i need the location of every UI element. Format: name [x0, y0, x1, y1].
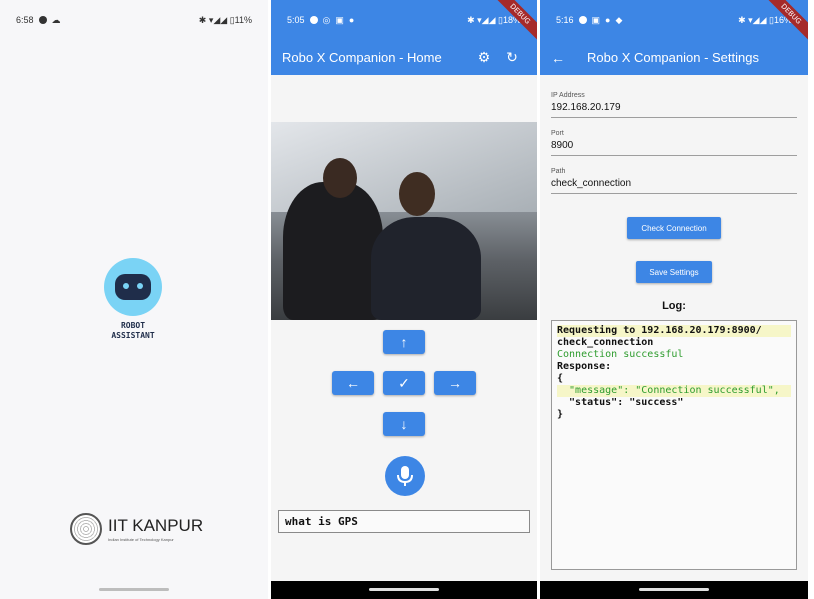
path-field[interactable]: Path check_connection: [551, 168, 797, 194]
settings-icon[interactable]: ⚙: [470, 49, 498, 66]
move-up-button[interactable]: ↑: [383, 330, 425, 354]
message-icon: ▣: [591, 14, 601, 25]
robot-assistant-label: ROBOT ASSISTANT: [90, 321, 176, 341]
mic-button[interactable]: [385, 456, 425, 496]
discord-icon: ◆: [615, 14, 623, 25]
message-icon: ▣: [335, 14, 344, 25]
page-title: Robo X Companion - Settings: [587, 50, 759, 65]
field-value[interactable]: 192.168.20.179: [551, 102, 797, 113]
status-indicators: ✱ ▾◢◢ ▯11%: [198, 14, 252, 25]
status-time: 6:58: [16, 15, 34, 25]
gesture-nav: [0, 581, 268, 599]
chat-icon: ●: [605, 15, 611, 25]
settings-screen: 5:16 ▣ ● ◆ ✱ ▾◢◢ ▯16% ← Robo X Companion…: [540, 0, 808, 599]
iit-seal-icon: [70, 513, 102, 545]
field-value[interactable]: 8900: [551, 140, 797, 151]
back-arrow-icon[interactable]: ←: [551, 50, 579, 66]
field-value[interactable]: check_connection: [551, 178, 797, 189]
log-line: "status": "success": [557, 397, 684, 408]
microphone-icon: [397, 466, 413, 486]
logo-line2: ASSISTANT: [111, 331, 155, 340]
home-pill[interactable]: [639, 588, 709, 591]
home-pill[interactable]: [99, 588, 169, 591]
check-connection-button[interactable]: Check Connection: [627, 217, 721, 239]
refresh-icon[interactable]: ↻: [498, 49, 526, 66]
log-line: Requesting to 192.168.20.179:8900/: [557, 325, 791, 337]
log-line: check_connection: [557, 337, 654, 348]
cloud-icon: ☁: [51, 14, 61, 25]
page-title: Robo X Companion - Home: [282, 50, 442, 65]
log-line: "message": "Connection successful",: [557, 385, 791, 397]
status-time: 5:16: [556, 15, 574, 25]
notification-icon: [578, 16, 587, 24]
home-pill[interactable]: [369, 588, 439, 591]
save-settings-button[interactable]: Save Settings: [636, 261, 712, 283]
status-bar: 6:58 ☁ ✱ ▾◢◢ ▯11%: [0, 0, 268, 40]
move-down-button[interactable]: ↓: [383, 412, 425, 436]
chat-icon: ●: [348, 15, 355, 25]
field-label: Path: [551, 168, 566, 175]
command-input[interactable]: what is GPS: [278, 510, 530, 533]
log-line: Response:: [557, 361, 612, 372]
robot-icon: [115, 274, 151, 300]
iit-kanpur-logo: IIT KANPUR Indian Institute of Technolog…: [70, 513, 203, 545]
gesture-nav: [271, 581, 537, 599]
ip-address-field[interactable]: IP Address 192.168.20.179: [551, 92, 797, 118]
log-line: Connection successful: [557, 349, 684, 360]
notification-icon: [309, 16, 318, 24]
app-bar: Robo X Companion - Home ⚙ ↻: [271, 40, 537, 75]
log-line: }: [557, 409, 564, 420]
camera-feed: [271, 122, 537, 320]
splash-screen: 6:58 ☁ ✱ ▾◢◢ ▯11% ROBOT ASSISTANT IIT KA…: [0, 0, 268, 599]
whatsapp-icon: ◎: [322, 14, 331, 25]
iit-subtitle: Indian Institute of Technology Kanpur: [108, 537, 174, 542]
gesture-nav: [540, 581, 808, 599]
app-bar: ← Robo X Companion - Settings: [540, 40, 808, 75]
port-field[interactable]: Port 8900: [551, 130, 797, 156]
iit-title: IIT KANPUR: [108, 516, 204, 535]
home-screen: 5:05 ◎ ▣ ● ✱ ▾◢◢ ▯18% Robo X Companion -…: [271, 0, 537, 599]
field-label: IP Address: [551, 92, 585, 99]
status-time: 5:05: [287, 15, 305, 25]
move-right-button[interactable]: →: [434, 371, 476, 395]
status-bar: 5:05 ◎ ▣ ● ✱ ▾◢◢ ▯18%: [271, 0, 537, 40]
log-line: {: [557, 373, 564, 384]
confirm-button[interactable]: ✓: [383, 371, 425, 395]
notification-icon: [38, 16, 47, 24]
field-label: Port: [551, 130, 564, 137]
log-label: Log:: [662, 300, 686, 312]
log-output: Requesting to 192.168.20.179:8900/ check…: [551, 320, 797, 570]
move-left-button[interactable]: ←: [332, 371, 374, 395]
status-bar: 5:16 ▣ ● ◆ ✱ ▾◢◢ ▯16%: [540, 0, 808, 40]
logo-line1: ROBOT: [120, 321, 146, 330]
robot-logo: [104, 258, 162, 316]
